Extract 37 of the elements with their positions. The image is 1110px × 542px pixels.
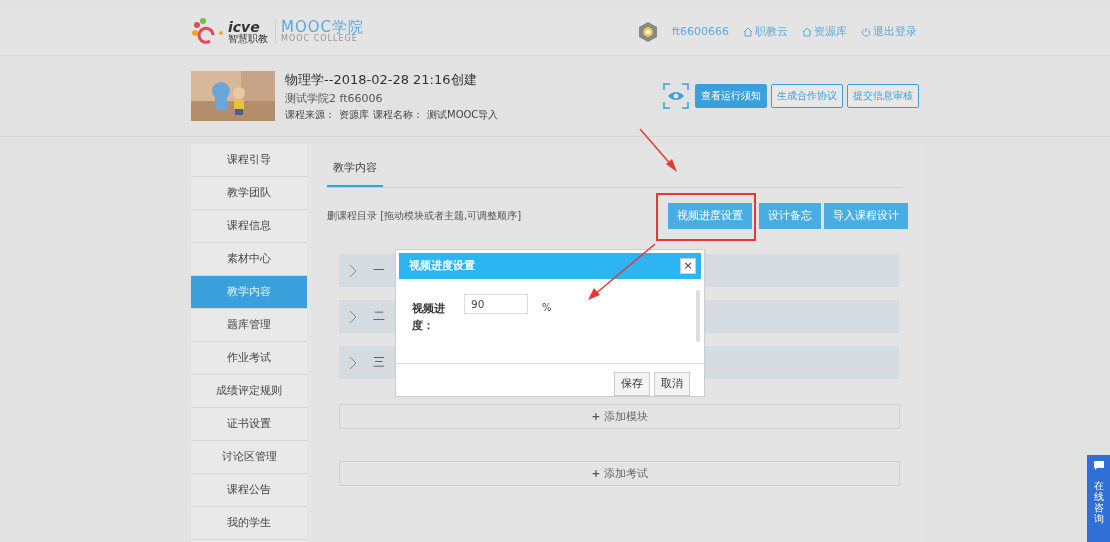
- unit-text: %: [542, 302, 552, 314]
- course-title: 物理学--2018-02-28 21:16创建: [285, 70, 478, 89]
- meta-value: 资源库: [339, 107, 369, 122]
- logo-text: icve: [228, 19, 260, 34]
- meta-label: 课程名称：: [373, 107, 423, 122]
- chevron-icon: [349, 309, 357, 324]
- brand-subtitle: MOOC COLLEGE: [281, 35, 358, 45]
- module-title: 一: [373, 262, 385, 279]
- logo-icon: [191, 16, 225, 47]
- hint-text: 删课程目录 [拖动模块或者主题,可调整顺序]: [327, 209, 522, 223]
- module-title: 三: [373, 354, 385, 371]
- field-label: 视频进度：: [412, 301, 446, 333]
- dialog-title: 视频进度设置: [409, 259, 475, 274]
- chat-button[interactable]: 在线咨询: [1087, 455, 1110, 542]
- meta-value: 测试MOOC导入: [427, 107, 499, 122]
- module-title: 二: [373, 308, 385, 325]
- power-icon: [861, 26, 871, 37]
- chevron-icon: [349, 263, 357, 278]
- course-school: 测试学院2 ft66006: [285, 90, 384, 106]
- meta-label: 课程来源：: [285, 107, 335, 122]
- avatar-icon[interactable]: [638, 20, 658, 43]
- logo-subtext: 智慧职教: [228, 33, 268, 44]
- scrollbar[interactable]: [696, 290, 700, 343]
- add-button[interactable]: + 添加模块: [339, 404, 900, 429]
- dialog-button[interactable]: 保存: [614, 372, 650, 396]
- annotation-arrow: [639, 128, 677, 172]
- home-icon: [802, 26, 812, 37]
- chevron-icon: [349, 355, 357, 370]
- home-icon: [743, 26, 753, 37]
- close-button[interactable]: ×: [680, 258, 696, 275]
- chat-icon: [1093, 461, 1104, 470]
- annotation-arrow: [588, 243, 656, 300]
- dialog-button[interactable]: 取消: [654, 372, 690, 396]
- add-button[interactable]: + 添加考试: [339, 461, 900, 486]
- input-field[interactable]: 90: [464, 294, 528, 315]
- preview-icon[interactable]: [663, 83, 689, 109]
- tab[interactable]: 教学内容: [327, 150, 383, 187]
